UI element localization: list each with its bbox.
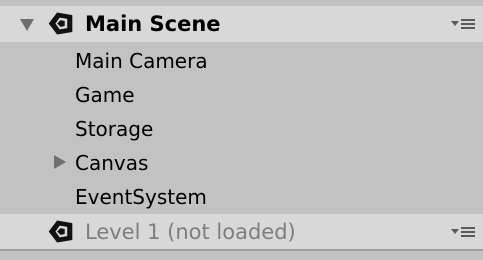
hierarchy-item-eventsystem[interactable]: EventSystem [0, 180, 483, 213]
hierarchy-item-storage[interactable]: Storage [0, 112, 483, 145]
unity-scene-icon [48, 12, 73, 35]
triangle-down-icon[interactable] [20, 19, 34, 31]
scene-options-menu-icon[interactable] [451, 225, 479, 239]
hierarchy-item-label: Main Camera [75, 48, 208, 73]
divider [0, 249, 483, 251]
unity-scene-icon [48, 220, 73, 243]
hierarchy-item-label: Canvas [75, 150, 149, 175]
hierarchy-item-label: Game [75, 82, 135, 107]
scene-title: Level 1 (not loaded) [85, 220, 296, 244]
scene-header-main[interactable]: Main Scene [0, 6, 483, 42]
hierarchy-item-game[interactable]: Game [0, 78, 483, 111]
hierarchy-panel: Main Scene Main Camera Game Storage Canv… [0, 0, 483, 260]
scene-options-menu-icon[interactable] [451, 17, 479, 31]
scene-title: Main Scene [85, 12, 221, 36]
hierarchy-item-label: EventSystem [75, 184, 207, 209]
hierarchy-item-canvas[interactable]: Canvas [0, 146, 483, 179]
triangle-right-icon[interactable] [54, 155, 66, 169]
scene-header-level-1[interactable]: Level 1 (not loaded) [0, 214, 483, 250]
hierarchy-item-label: Storage [75, 116, 154, 141]
hierarchy-item-main-camera[interactable]: Main Camera [0, 44, 483, 77]
